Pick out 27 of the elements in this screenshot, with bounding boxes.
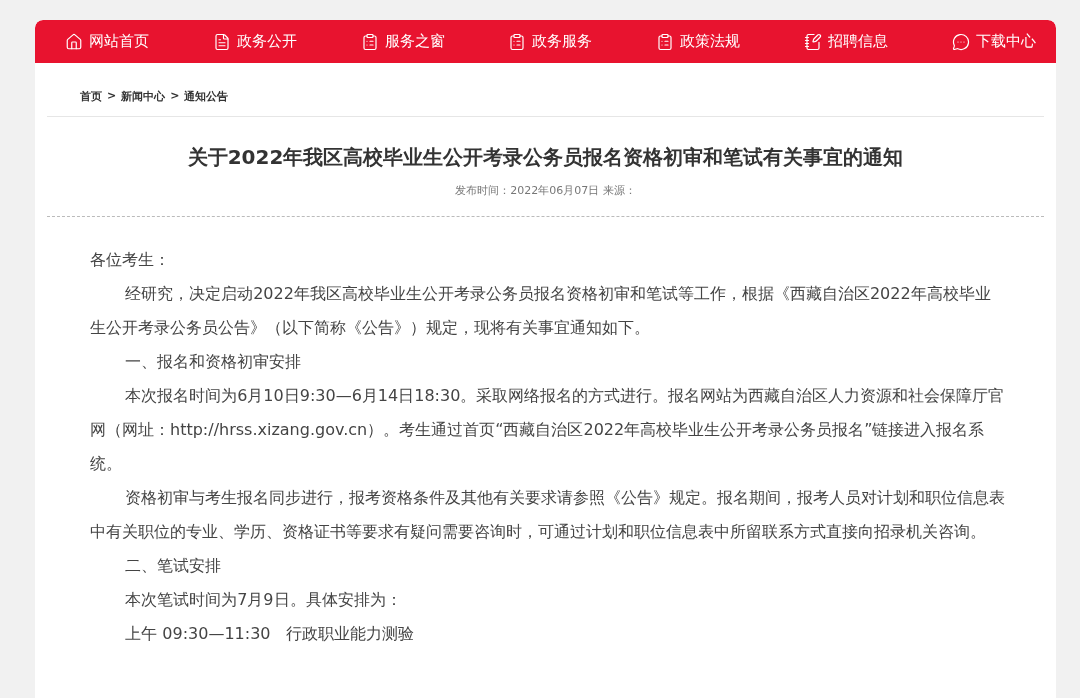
nav-link[interactable]: 招聘信息 — [804, 32, 889, 51]
home-icon — [65, 32, 83, 51]
breadcrumb-link[interactable]: 首页 — [80, 89, 102, 104]
article-paragraph: 经研究，决定启动2022年我区高校毕业生公开考录公务员报名资格初审和笔试等工作，根据《西藏自治区2022年高校毕业生公开考录公务员公告》（以下简称《公告》）规定，现将有关事宜通知如下。 — [90, 283, 992, 339]
breadcrumb-link[interactable]: 新闻中心 — [121, 89, 166, 104]
nav-link[interactable]: 政策法规 — [656, 32, 741, 51]
article-paragraph: 本次笔试时间为7月9日。具体安排为： — [124, 589, 403, 611]
article-title: 关于2022年我区高校毕业生公开考录公务员报名资格初审和笔试有关事宜的通知 — [187, 144, 904, 171]
article-paragraph: 上午 09:30—11:30 行政职业能力测验 — [124, 623, 415, 645]
nav-link[interactable]: 政务公开 — [212, 32, 297, 51]
article-paragraph: 本次报名时间为6月10日9:30—6月14日18:30。采取网络报名的方式进行。报名网站为西藏自治区人力资源和社会保障厅官网（网址：http://hrss.xizang.gov.cn）。考生通过首页“西藏自治区2022年高校毕业生公开考录公务员报名”链接进入报名系统。 — [90, 385, 1006, 475]
nav-link[interactable]: 服务之窗 — [360, 32, 445, 51]
article-paragraph: 一、报名和资格初审安排 — [124, 351, 303, 373]
chat-icon — [951, 32, 970, 51]
article-paragraph: 资格初审与考生报名同步进行，报考资格条件及其他有关要求请参照《公告》规定。报名期间，报考人员对计划和职位信息表中有关职位的专业、学历、资格证书等要求有疑问需要咨询时，可通过计划和职位信息表中所留联系方式直接向招录机关咨询。 — [90, 487, 1006, 543]
nav-link[interactable]: 网站首页 — [65, 32, 149, 51]
nav-link[interactable]: 政务服务 — [508, 32, 593, 51]
publish-info: 发布时间：2022年06月07日 来源： — [455, 183, 636, 198]
note-icon — [804, 32, 823, 51]
breadcrumb-link[interactable]: 通知公告 — [184, 89, 229, 104]
article-paragraph: 各位考生： — [90, 249, 171, 271]
list-icon — [508, 32, 527, 51]
breadcrumb-separator: > — [107, 89, 117, 104]
nav-link[interactable]: 下载中心 — [951, 32, 1036, 51]
article-paragraph: 二、笔试安排 — [124, 555, 223, 577]
breadcrumb-separator: > — [170, 89, 180, 104]
list-icon — [656, 32, 675, 51]
